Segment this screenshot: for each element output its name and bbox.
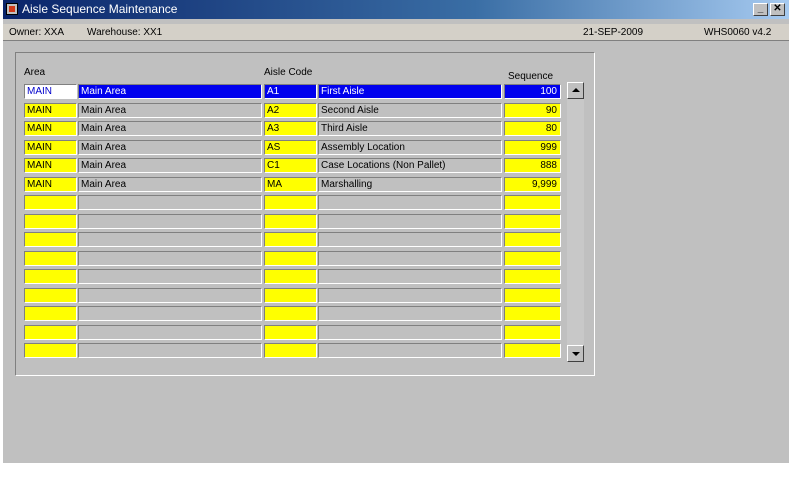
- aisle-code-field[interactable]: [264, 287, 317, 303]
- scroll-up-button[interactable]: [567, 82, 584, 99]
- area-field[interactable]: MAIN: [24, 102, 77, 118]
- aisle-description-field[interactable]: [318, 250, 502, 266]
- area-field[interactable]: [24, 343, 77, 358]
- area-description-field[interactable]: Main Area: [78, 84, 262, 99]
- close-button[interactable]: ✕: [770, 3, 785, 16]
- aisle-description-field[interactable]: [318, 324, 502, 340]
- up-arrow-icon: [572, 88, 580, 92]
- sequence-field[interactable]: 90: [504, 102, 561, 118]
- window-title: Aisle Sequence Maintenance: [22, 2, 178, 16]
- area-field[interactable]: [24, 324, 77, 340]
- owner-label: Owner: XXA: [9, 27, 65, 38]
- area-description-field[interactable]: [78, 306, 262, 321]
- aisle-description-field[interactable]: [318, 269, 502, 284]
- minimize-button[interactable]: _: [753, 3, 768, 16]
- aisle-code-field[interactable]: A1: [264, 84, 317, 99]
- sequence-field[interactable]: 888: [504, 158, 561, 173]
- sequence-field[interactable]: 100: [504, 84, 561, 99]
- aisle-code-field[interactable]: [264, 232, 317, 247]
- sequence-field[interactable]: [504, 195, 561, 210]
- area-field[interactable]: MAIN: [24, 139, 77, 155]
- area-field[interactable]: [24, 287, 77, 303]
- aisle-code-field[interactable]: MA: [264, 176, 317, 192]
- area-field[interactable]: MAIN: [24, 84, 77, 99]
- vertical-scrollbar[interactable]: [567, 82, 584, 362]
- aisle-description-field[interactable]: Third Aisle: [318, 121, 502, 136]
- warehouse-label: Warehouse: XX1: [87, 27, 163, 38]
- sequence-field[interactable]: [504, 306, 561, 321]
- aisle-code-field[interactable]: A3: [264, 121, 317, 136]
- area-field[interactable]: MAIN: [24, 121, 77, 136]
- sequence-field[interactable]: 80: [504, 121, 561, 136]
- aisle-description-field[interactable]: Case Locations (Non Pallet): [318, 158, 502, 173]
- aisle-code-field[interactable]: AS: [264, 139, 317, 155]
- area-field[interactable]: MAIN: [24, 158, 77, 173]
- date-label: 21-SEP-2009: [583, 27, 644, 38]
- area-description-field[interactable]: [78, 287, 262, 303]
- area-description-field[interactable]: [78, 232, 262, 247]
- sequence-field[interactable]: [504, 232, 561, 247]
- area-description-field[interactable]: Main Area: [78, 158, 262, 173]
- app-window: Aisle Sequence Maintenance _ ✕ Owner: XX…: [3, 0, 789, 463]
- aisle-description-field[interactable]: [318, 195, 502, 210]
- aisle-description-field[interactable]: [318, 287, 502, 303]
- aisle-code-field[interactable]: A2: [264, 102, 317, 118]
- sequence-field[interactable]: 9,999: [504, 176, 561, 192]
- sequence-field[interactable]: [504, 324, 561, 340]
- sequence-field[interactable]: [504, 269, 561, 284]
- area-field[interactable]: [24, 306, 77, 321]
- aisle-code-field[interactable]: [264, 306, 317, 321]
- aisle-code-column-header: Aisle Code: [264, 67, 313, 78]
- aisle-description-field[interactable]: Second Aisle: [318, 102, 502, 118]
- down-arrow-icon: [572, 352, 580, 356]
- area-field[interactable]: MAIN: [24, 176, 77, 192]
- area-field[interactable]: [24, 250, 77, 266]
- area-description-field[interactable]: [78, 213, 262, 229]
- aisle-code-field[interactable]: [264, 195, 317, 210]
- area-description-field[interactable]: [78, 250, 262, 266]
- aisle-code-field[interactable]: [264, 269, 317, 284]
- aisle-code-field[interactable]: C1: [264, 158, 317, 173]
- area-description-field[interactable]: Main Area: [78, 121, 262, 136]
- area-field[interactable]: [24, 195, 77, 210]
- aisle-description-field[interactable]: [318, 213, 502, 229]
- status-bar: Owner: XXA Warehouse: XX1 21-SEP-2009 WH…: [3, 24, 789, 41]
- aisle-description-field[interactable]: [318, 343, 502, 358]
- title-bar: Aisle Sequence Maintenance _ ✕: [3, 0, 789, 19]
- area-field[interactable]: [24, 232, 77, 247]
- area-description-field[interactable]: Main Area: [78, 139, 262, 155]
- area-description-field[interactable]: [78, 269, 262, 284]
- sequence-field[interactable]: [504, 287, 561, 303]
- sequence-field[interactable]: [504, 250, 561, 266]
- area-description-field[interactable]: [78, 324, 262, 340]
- aisle-description-field[interactable]: [318, 232, 502, 247]
- scroll-down-button[interactable]: [567, 345, 584, 362]
- aisle-description-field[interactable]: [318, 306, 502, 321]
- area-column-header: Area: [24, 67, 46, 78]
- area-description-field[interactable]: [78, 195, 262, 210]
- sequence-column-header: Sequence: [508, 71, 554, 82]
- sequence-field[interactable]: 999: [504, 139, 561, 155]
- area-description-field[interactable]: [78, 343, 262, 358]
- app-icon[interactable]: [6, 3, 18, 15]
- aisle-code-field[interactable]: [264, 324, 317, 340]
- aisle-description-field[interactable]: First Aisle: [318, 84, 502, 99]
- sequence-field[interactable]: [504, 213, 561, 229]
- aisle-code-field[interactable]: [264, 213, 317, 229]
- aisle-description-field[interactable]: Assembly Location: [318, 139, 502, 155]
- sequence-field[interactable]: [504, 343, 561, 358]
- area-description-field[interactable]: Main Area: [78, 102, 262, 118]
- area-field[interactable]: [24, 269, 77, 284]
- aisle-code-field[interactable]: [264, 250, 317, 266]
- area-description-field[interactable]: Main Area: [78, 176, 262, 192]
- area-field[interactable]: [24, 213, 77, 229]
- aisle-code-field[interactable]: [264, 343, 317, 358]
- module-version-label: WHS0060 v4.2: [704, 27, 772, 38]
- aisle-description-field[interactable]: Marshalling: [318, 176, 502, 192]
